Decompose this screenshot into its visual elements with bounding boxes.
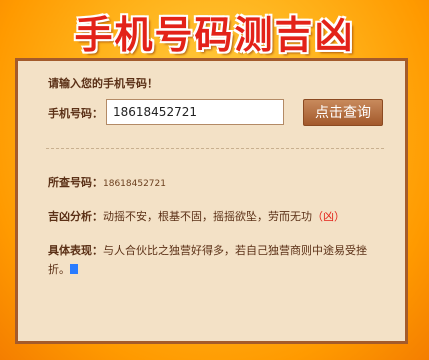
analysis-row: 吉凶分析：动摇不安，根基不固，摇摇欲坠，劳而无功（凶） — [48, 208, 345, 224]
analysis-text: 动摇不安，根基不固，摇摇欲坠，劳而无功 — [103, 210, 312, 223]
detail-label: 具体表现： — [48, 244, 103, 257]
analysis-label: 吉凶分析： — [48, 210, 103, 223]
input-prompt: 请输入您的手机号码！ — [48, 77, 158, 90]
analysis-verdict: （凶） — [312, 210, 345, 223]
phone-number-input[interactable] — [106, 99, 284, 125]
phone-label: 手机号码： — [48, 107, 103, 120]
detail-row: 具体表现：与人合伙比之独营好得多，若自己独营商则中途易受挫折。 — [48, 241, 383, 279]
text-selection-highlight — [70, 264, 78, 274]
query-button[interactable]: 点击查询 — [303, 99, 383, 126]
queried-number-row: 所查号码：18618452721 — [48, 174, 166, 190]
query-panel: 请输入您的手机号码！ 手机号码： 点击查询 所查号码：18618452721 吉… — [15, 58, 408, 344]
divider — [46, 148, 384, 149]
queried-number-label: 所查号码： — [48, 176, 103, 189]
page-title: 手机号码测吉凶 — [74, 12, 355, 57]
queried-number-value: 18618452721 — [103, 179, 166, 189]
